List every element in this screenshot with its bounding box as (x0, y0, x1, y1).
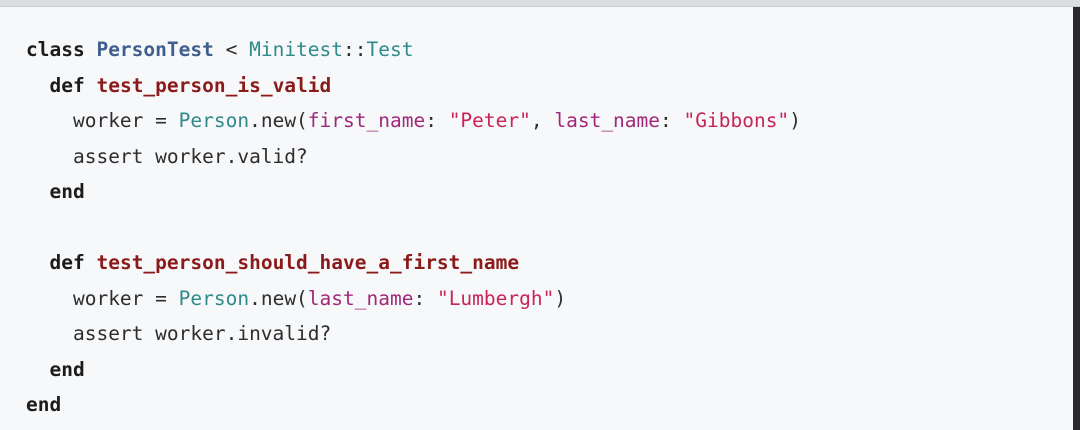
window-edge (1073, 7, 1080, 430)
keyword-end: end (26, 393, 62, 416)
method-name: test_person_should_have_a_first_name (96, 251, 520, 274)
keyword-end: end (49, 180, 85, 203)
code-line-10: end (26, 352, 801, 388)
keyword-class: class (26, 38, 85, 61)
string-literal: "Lumbergh" (436, 286, 555, 310)
module-name: Minitest (249, 38, 344, 61)
code-line-2: def test_person_is_valid (26, 68, 801, 104)
code-line-11: end (26, 387, 801, 423)
screenshot-frame: class PersonTest < Minitest::Test def te… (0, 0, 1080, 430)
code-line-1: class PersonTest < Minitest::Test (26, 38, 414, 61)
keyword-def: def (49, 251, 85, 274)
code-line-8: worker = Person.new(last_name: "Lumbergh… (72, 286, 567, 310)
code-line-3: worker = Person.new(first_name: "Peter",… (72, 109, 801, 132)
keyword-end: end (49, 357, 85, 381)
keyword-arg: first_name (307, 109, 426, 132)
string-literal: "Gibbons" (683, 109, 790, 132)
class-name: PersonTest (96, 38, 214, 61)
code-line-5: end (26, 174, 801, 210)
top-divider (0, 0, 1080, 7)
method-name: test_person_is_valid (96, 73, 332, 97)
keyword-arg: last_name (554, 109, 661, 132)
keyword-def: def (49, 73, 85, 97)
code-line-7: def test_person_should_have_a_first_name (26, 245, 801, 281)
constant-person: Person (178, 109, 250, 132)
string-literal: "Peter" (448, 109, 531, 132)
code-block: class PersonTest < Minitest::Test def te… (0, 7, 1073, 430)
keyword-arg: last_name (307, 286, 414, 310)
superclass-name: Test (366, 38, 414, 61)
code-line-9: assert worker.invalid? (72, 322, 332, 345)
ruby-code: class PersonTest < Minitest::Test def te… (26, 32, 801, 423)
code-line-4: assert worker.valid? (72, 144, 308, 168)
constant-person: Person (178, 286, 250, 310)
